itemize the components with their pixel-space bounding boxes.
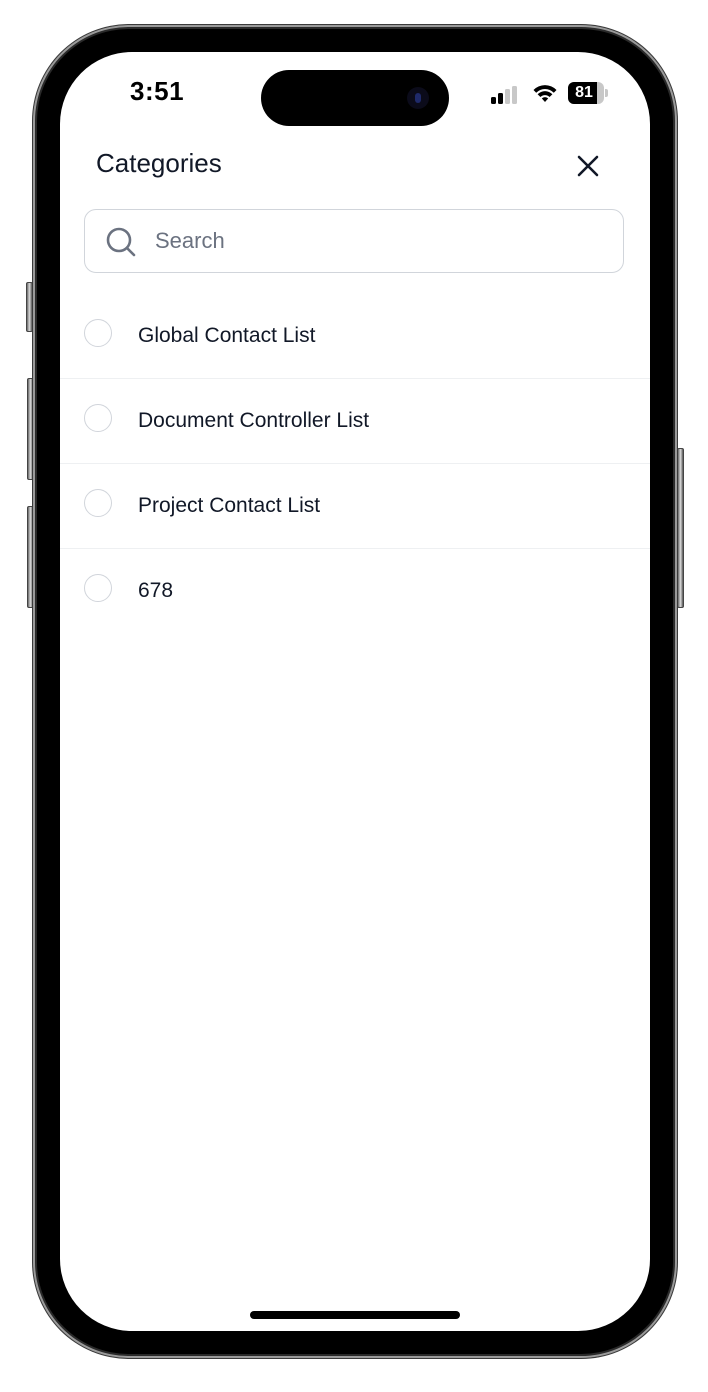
close-button[interactable] bbox=[572, 150, 604, 182]
page-title: Categories bbox=[96, 148, 222, 178]
category-label: Project Contact List bbox=[138, 494, 321, 517]
category-label: Document Controller List bbox=[138, 409, 370, 432]
battery-body: 81 bbox=[568, 82, 604, 104]
category-item[interactable]: Document Controller List bbox=[60, 379, 650, 464]
cellular-signal-icon bbox=[491, 86, 521, 104]
radio-button[interactable] bbox=[84, 319, 112, 347]
category-list: Global Contact List Document Controller … bbox=[60, 294, 650, 633]
power-button[interactable] bbox=[677, 448, 684, 608]
radio-button[interactable] bbox=[84, 574, 112, 602]
signal-bar bbox=[505, 89, 510, 104]
home-indicator[interactable] bbox=[250, 1311, 460, 1319]
front-camera-icon bbox=[407, 87, 429, 109]
battery-tip bbox=[605, 89, 608, 97]
search-icon bbox=[106, 227, 136, 257]
search-input[interactable] bbox=[155, 210, 605, 271]
battery-level: 81 bbox=[575, 84, 593, 101]
signal-bar bbox=[498, 93, 503, 104]
sheet-header: Categories bbox=[60, 140, 650, 190]
action-button[interactable] bbox=[26, 282, 33, 332]
signal-bar bbox=[491, 97, 496, 104]
category-item[interactable]: Project Contact List bbox=[60, 464, 650, 549]
close-icon bbox=[577, 155, 599, 177]
battery-icon: 81 bbox=[568, 82, 608, 104]
category-item[interactable]: 678 bbox=[60, 549, 650, 633]
radio-button[interactable] bbox=[84, 489, 112, 517]
status-time: 3:51 bbox=[130, 76, 185, 106]
wifi-icon bbox=[533, 85, 557, 102]
category-label: Global Contact List bbox=[138, 324, 316, 347]
radio-button[interactable] bbox=[84, 404, 112, 432]
category-label: 678 bbox=[138, 579, 174, 602]
screen: 3:51 81 Categories Search Global Contact… bbox=[60, 52, 650, 1331]
signal-bar bbox=[512, 86, 517, 104]
search-field[interactable] bbox=[84, 209, 624, 273]
dynamic-island bbox=[261, 70, 449, 126]
status-bar: 3:51 81 bbox=[60, 52, 650, 132]
category-item[interactable]: Global Contact List bbox=[60, 294, 650, 379]
